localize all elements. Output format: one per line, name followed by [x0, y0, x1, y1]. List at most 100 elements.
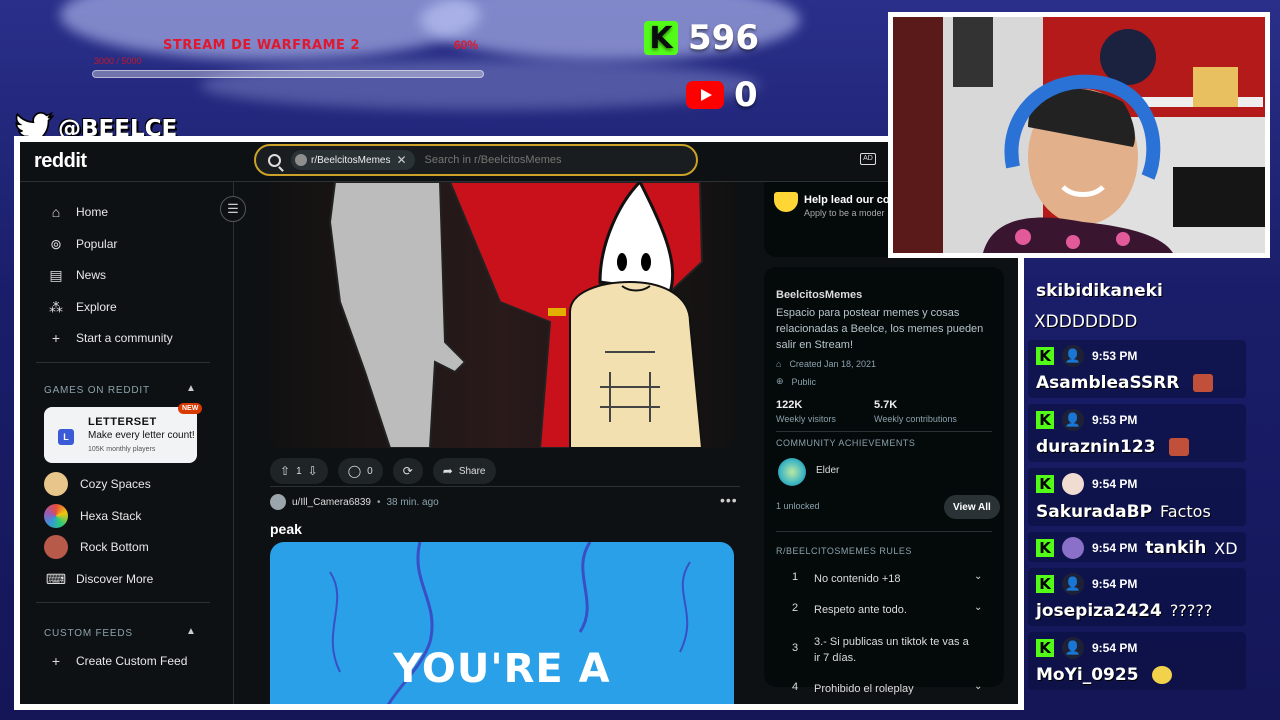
nav-explore[interactable]: ⁂ Explore	[48, 299, 117, 315]
created-date: Created Jan 18, 2021	[789, 359, 877, 369]
user-avatar-icon: 👤	[1062, 345, 1084, 367]
rule-text: No contenido +18	[814, 573, 901, 585]
game-hexa-stack[interactable]: Hexa Stack	[44, 504, 141, 528]
letterset-desc: Make every letter count!	[88, 430, 195, 441]
chevron-down-icon[interactable]: ⌄	[974, 571, 982, 582]
chat-time: 9:54 PM	[1092, 541, 1138, 555]
nav-create-custom-feed[interactable]: + Create Custom Feed	[48, 653, 187, 669]
game-rock-bottom[interactable]: Rock Bottom	[44, 535, 149, 559]
chat-time: 9:54 PM	[1092, 477, 1138, 491]
nav-news[interactable]: ▤ News	[48, 267, 106, 283]
globe-icon: ⊕	[776, 376, 784, 386]
letterset-icon: L	[58, 429, 74, 445]
view-all-button[interactable]: View All	[944, 495, 1000, 519]
post-actions: ⇧ 1 ⇩ ◯ 0 ⟳ ➦ Share	[270, 458, 496, 484]
share-label: Share	[458, 465, 486, 477]
comments-button[interactable]: ◯ 0	[337, 458, 383, 484]
kick-viewer-counter: K 596	[644, 18, 759, 58]
chat-meta: K 9:54 PM	[1036, 473, 1137, 495]
emote-icon	[1169, 438, 1190, 456]
downvote-icon[interactable]: ⇩	[308, 464, 318, 478]
chevron-down-icon[interactable]: ⌄	[974, 602, 982, 613]
unlocked-count: 1 unlocked	[776, 501, 820, 511]
chat-username: duraznin123	[1036, 437, 1190, 457]
create-custom-feed-label: Create Custom Feed	[76, 654, 188, 668]
nav-start-community[interactable]: + Start a community	[48, 330, 173, 346]
menu-toggle-icon[interactable]: ☰	[220, 196, 246, 222]
plus-icon: +	[51, 330, 61, 346]
chat-username-text: josepiza2424	[1036, 601, 1162, 621]
post-author[interactable]: u/Ill_Camera6839	[292, 497, 371, 508]
reddit-window: reddit r/BeelcitosMemes ✕ AD ☰ ⌂ Home ⊚ …	[14, 136, 1024, 710]
divider	[36, 602, 210, 603]
chat-username: josepiza2424?????	[1036, 601, 1212, 621]
community-chip[interactable]: r/BeelcitosMemes ✕	[291, 150, 415, 170]
chevron-down-icon[interactable]: ⌄	[974, 681, 982, 692]
chat-username: SakuradaBP Factos	[1036, 502, 1211, 522]
close-icon[interactable]: ✕	[396, 153, 406, 167]
chat-username-text: tankih	[1145, 538, 1207, 558]
game-label: Rock Bottom	[80, 540, 149, 554]
chat-username-text: MoYi_0925	[1036, 665, 1139, 685]
search-bar[interactable]: r/BeelcitosMemes ✕	[254, 144, 698, 176]
more-options-icon[interactable]: •••	[720, 492, 738, 508]
share-icon: ➦	[442, 464, 453, 478]
post-meta: u/Ill_Camera6839 • 38 min. ago	[270, 494, 439, 510]
meme-drawing	[270, 182, 734, 448]
visitors-label: Weekly visitors	[776, 414, 836, 424]
shield-icon	[774, 192, 798, 212]
youtube-logo-icon	[686, 81, 724, 109]
vote-count: 1	[296, 465, 302, 477]
games-heading[interactable]: GAMES ON REDDIT	[44, 385, 150, 396]
discover-more-label: Discover More	[76, 572, 154, 586]
reddit-logo[interactable]: reddit	[34, 150, 87, 173]
hexa-stack-icon	[44, 504, 68, 528]
post-title[interactable]: peak	[270, 521, 302, 537]
comment-count: 0	[367, 465, 373, 477]
cake-icon: ⌂	[776, 359, 782, 369]
goal-sub: 3000 / 5000	[94, 56, 142, 66]
divider	[776, 431, 992, 432]
nav-start-community-label: Start a community	[76, 331, 173, 345]
rule-text: Respeto ante todo.	[814, 604, 907, 616]
chat-username-text: AsambleaSSRR	[1036, 373, 1180, 393]
chevron-up-icon[interactable]: ▲	[186, 626, 196, 637]
kick-icon: K	[1036, 475, 1054, 493]
user-avatar-icon	[1062, 473, 1084, 495]
chevron-up-icon[interactable]: ▲	[186, 383, 196, 394]
goal-title: STREAM DE WARFRAME 2	[163, 38, 361, 53]
game-cozy-spaces[interactable]: Cozy Spaces	[44, 472, 151, 496]
share-button[interactable]: ➦ Share	[432, 458, 496, 484]
contributions-label: Weekly contributions	[874, 414, 957, 424]
divider	[270, 486, 740, 487]
nav-discover-more[interactable]: ⌨ Discover More	[46, 571, 154, 587]
nav-popular[interactable]: ⊚ Popular	[48, 236, 117, 252]
visibility: Public	[791, 376, 817, 387]
search-icon	[268, 153, 281, 167]
visitors-value: 122K	[776, 399, 803, 411]
kick-icon: K	[1036, 575, 1054, 593]
nav-news-label: News	[76, 268, 107, 282]
stream-goal: STREAM DE WARFRAME 2 60% 3000 / 5000	[92, 36, 487, 80]
comment-icon: ◯	[347, 464, 362, 478]
letterset-card[interactable]: L LETTERSET Make every letter count! 105…	[44, 403, 203, 463]
chat-meta: K 👤 9:54 PM	[1036, 573, 1137, 595]
kick-icon: K	[1036, 347, 1054, 365]
custom-feeds-heading[interactable]: CUSTOM FEEDS	[44, 628, 133, 639]
youtube-viewer-counter: 0	[686, 75, 758, 115]
new-badge: NEW	[178, 403, 203, 414]
crosspost-button[interactable]: ⟳	[392, 458, 423, 484]
chat-time: 9:53 PM	[1092, 413, 1138, 427]
upvote-icon[interactable]: ⇧	[280, 464, 290, 478]
search-input[interactable]	[424, 154, 665, 166]
kick-icon: K	[1036, 539, 1054, 557]
nav-home[interactable]: ⌂ Home	[48, 204, 108, 220]
advertise-icon[interactable]: AD	[860, 153, 876, 165]
post-image[interactable]: YOU'RE A	[270, 542, 734, 704]
rule-number: 2	[792, 602, 799, 614]
post-image[interactable]	[270, 182, 734, 448]
game-label: Cozy Spaces	[80, 477, 151, 491]
chat-message-text: Factos	[1160, 502, 1211, 521]
rules-heading: R/BEELCITOSMEMES RULES	[776, 546, 912, 556]
avatar[interactable]	[270, 494, 286, 510]
